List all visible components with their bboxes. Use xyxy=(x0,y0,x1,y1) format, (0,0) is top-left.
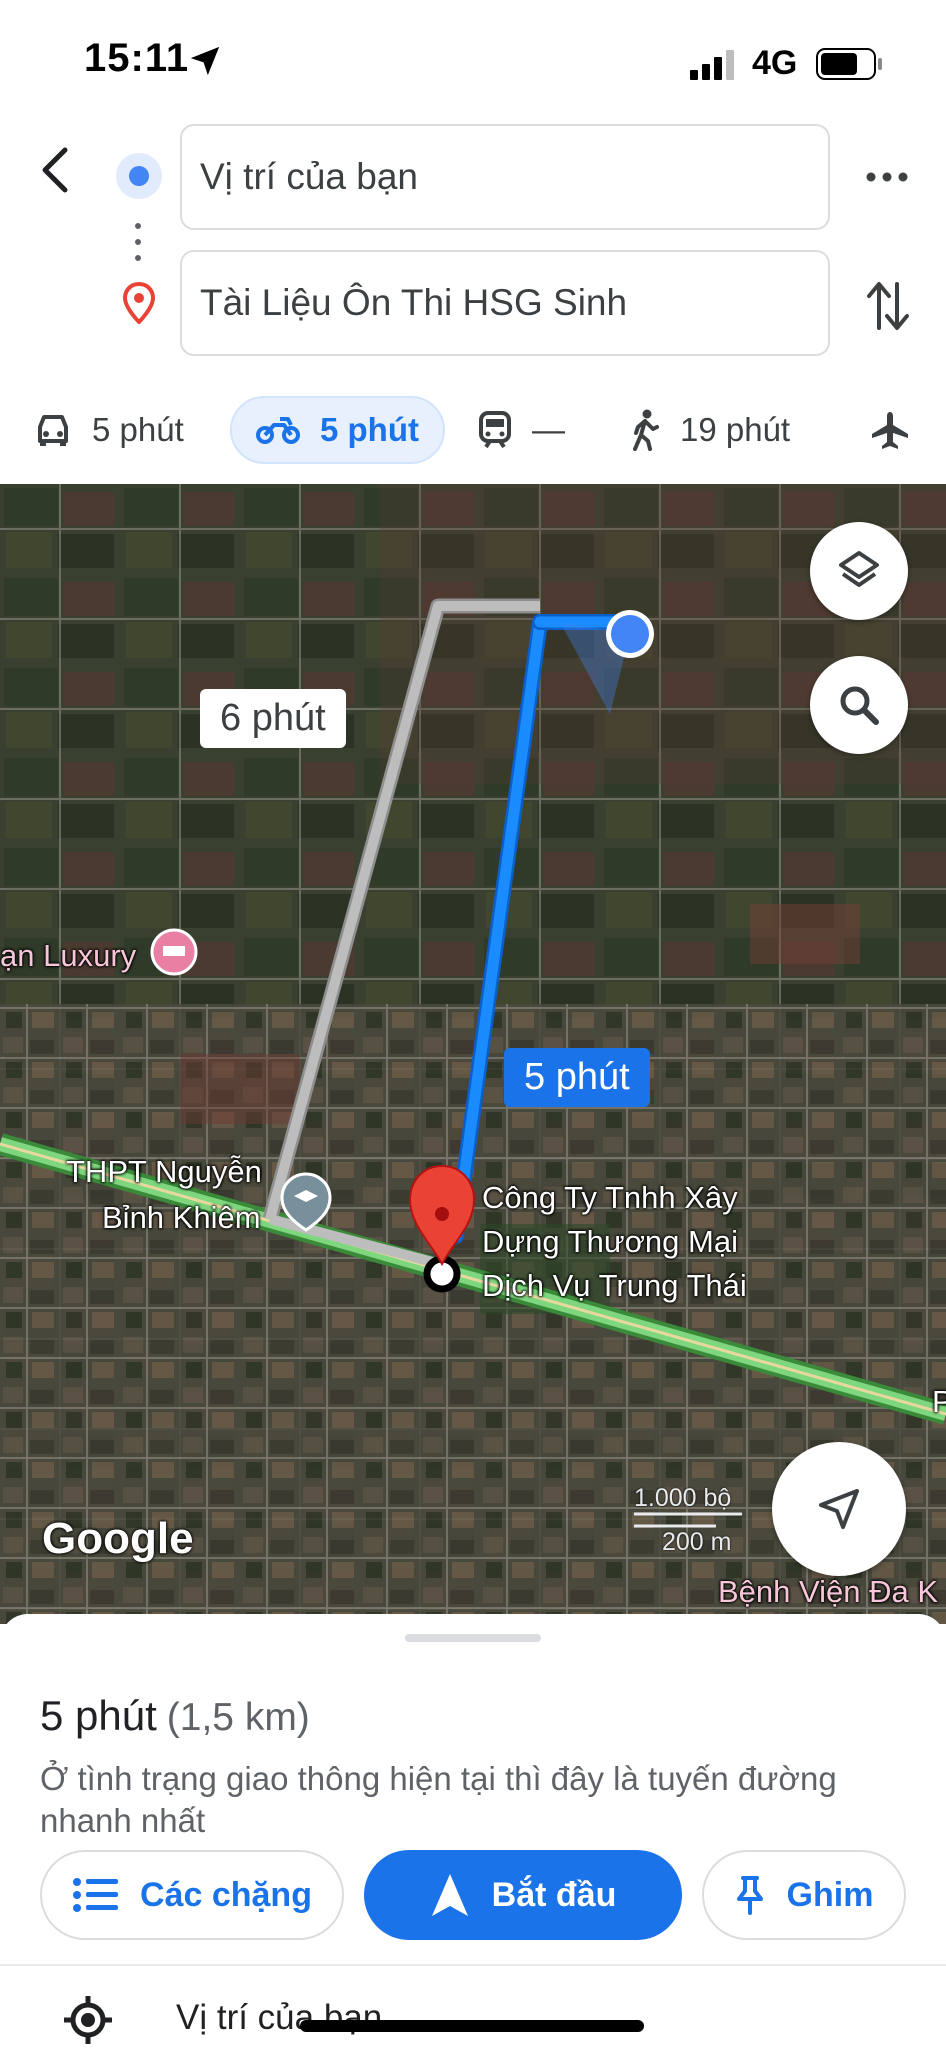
search-icon xyxy=(840,686,879,725)
motorbike-icon xyxy=(256,417,300,444)
network-type: 4G xyxy=(752,44,798,82)
destination-label-line1[interactable]: Công Ty Tnhh Xây xyxy=(482,1180,738,1216)
car-icon xyxy=(38,415,68,446)
my-location-icon xyxy=(64,1996,112,2044)
school-label-line1[interactable]: THPT Nguyễn xyxy=(66,1154,262,1190)
pin-icon xyxy=(736,1876,763,1915)
step-origin-label: Vị trí của bạn xyxy=(176,1998,383,2037)
mode-motorbike-time: 5 phút xyxy=(320,411,419,448)
mode-transit[interactable]: — xyxy=(478,396,565,464)
destination-input[interactable]: Tài Liệu Ôn Thi HSG Sinh xyxy=(180,250,830,356)
mode-transit-time: — xyxy=(532,411,565,448)
swap-icon[interactable] xyxy=(866,278,910,334)
map-view[interactable]: 6 phút 5 phút ạn Luxury THPT Nguyễn Bỉnh… xyxy=(0,484,946,1624)
location-arrow-icon xyxy=(190,46,220,76)
hotel-label[interactable]: ạn Luxury xyxy=(0,938,136,974)
airplane-icon xyxy=(872,412,908,449)
walking-icon xyxy=(633,409,659,451)
mode-flight[interactable] xyxy=(870,396,930,464)
route-duration: 5 phút xyxy=(40,1692,157,1739)
road-edge-label: P xyxy=(932,1384,946,1419)
route-sheet: 5 phút (1,5 km) Ở tình trạng giao thông h… xyxy=(0,1614,946,2048)
pin-label: Ghim xyxy=(786,1875,874,1914)
navigation-icon xyxy=(431,1874,468,1916)
start-label: Bắt đầu xyxy=(491,1875,617,1914)
origin-dot-icon xyxy=(116,153,162,199)
route-distance: (1,5 km) xyxy=(166,1696,310,1739)
mode-walk-time: 19 phút xyxy=(680,411,791,448)
more-options-icon[interactable] xyxy=(862,152,912,202)
layers-icon xyxy=(839,551,879,587)
alt-route-time-label[interactable]: 6 phút xyxy=(200,689,346,748)
start-navigation-button[interactable]: Bắt đầu xyxy=(364,1850,682,1940)
route-dots-icon xyxy=(135,223,141,261)
steps-button[interactable]: Các chặng xyxy=(40,1850,344,1940)
signal-icon xyxy=(690,50,734,80)
steps-label: Các chặng xyxy=(140,1875,312,1914)
mode-car[interactable]: 5 phút xyxy=(34,396,184,464)
status-time: 15:11 xyxy=(84,36,190,80)
origin-input[interactable]: Vị trí của bạn xyxy=(180,124,830,230)
map-search-button[interactable] xyxy=(810,656,908,754)
travel-mode-bar: 5 phút 5 phút — 19 phút xyxy=(0,392,946,472)
school-label-line2[interactable]: Bỉnh Khiêm xyxy=(102,1200,261,1236)
pin-button[interactable]: Ghim xyxy=(702,1850,906,1940)
home-indicator[interactable] xyxy=(300,2020,644,2032)
battery-icon xyxy=(816,48,882,80)
step-row-origin[interactable]: Vị trí của bạn xyxy=(0,1976,946,2048)
destination-label-line3[interactable]: Dịch Vụ Trung Thái xyxy=(482,1268,747,1304)
navigation-arrow-icon xyxy=(819,1489,859,1529)
mode-walk[interactable]: 19 phút xyxy=(630,396,790,464)
sheet-divider xyxy=(0,1964,946,1966)
destination-label-line2[interactable]: Dựng Thương Mại xyxy=(482,1224,738,1260)
back-button[interactable] xyxy=(30,140,80,200)
sheet-drag-handle[interactable] xyxy=(405,1634,541,1642)
list-icon xyxy=(73,1878,119,1912)
back-arrow-icon xyxy=(42,147,68,193)
destination-pin-icon xyxy=(122,282,156,324)
scale-meters: 200 m xyxy=(662,1528,732,1556)
route-description: Ở tình trạng giao thông hiện tại thì đây… xyxy=(40,1760,837,1839)
mode-car-time: 5 phút xyxy=(92,411,184,448)
scale-feet: 1.000 bộ xyxy=(634,1484,732,1512)
route-summary: 5 phút (1,5 km) xyxy=(40,1692,310,1740)
train-icon xyxy=(479,411,511,449)
mode-motorbike[interactable]: 5 phút xyxy=(230,396,445,464)
recenter-button[interactable] xyxy=(772,1442,906,1576)
hospital-label[interactable]: Bệnh Viện Đa K xyxy=(718,1574,938,1610)
main-route-time-label[interactable]: 5 phút xyxy=(504,1048,650,1107)
layers-button[interactable] xyxy=(810,522,908,620)
status-bar: 15:11 4G xyxy=(0,0,946,120)
google-attribution: Google xyxy=(42,1514,194,1563)
